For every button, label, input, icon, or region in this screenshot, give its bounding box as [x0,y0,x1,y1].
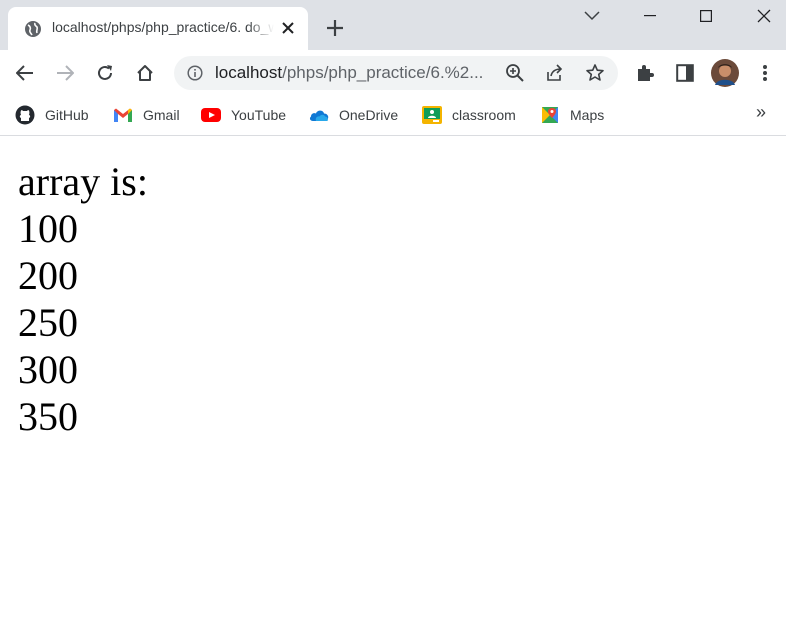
title-bar: localhost/phps/php_practice/6. do_while … [0,0,786,50]
forward-arrow-icon [57,65,74,81]
array-value: 250 [18,300,78,345]
bookmark-maps[interactable]: Maps [540,103,604,127]
maximize-button[interactable] [684,0,728,32]
url-path: /phps/php_practice/6.%2... [282,63,484,82]
tab-search-button[interactable] [570,0,614,32]
maps-icon [542,107,558,123]
minimize-icon [644,15,656,17]
tab-title: localhost/phps/php_practice/6. do_while … [52,19,274,35]
github-icon [15,105,35,125]
avatar [711,59,739,87]
side-panel-button[interactable] [671,59,699,87]
bookmark-label: OneDrive [339,107,399,123]
page-content: array is: 100 200 250 300 350 [18,158,148,440]
extensions-button[interactable] [631,59,659,87]
array-value: 200 [18,253,78,298]
reload-button[interactable] [91,59,119,87]
bookmark-label: YouTube [231,107,287,123]
array-value: 350 [18,394,78,439]
onedrive-icon [309,110,329,121]
page-heading: array is: [18,159,148,204]
bookmarks-bar: GitHub Gmail YouTube OneDrive classroom … [0,96,786,136]
url-host: localhost [215,63,283,82]
more-vert-icon [763,65,767,81]
bookmark-label: Maps [570,107,605,123]
classroom-icon [422,106,442,124]
forward-button[interactable] [51,59,79,87]
bookmarks-overflow-button[interactable]: » [756,102,766,123]
bookmark-star-icon[interactable] [585,63,605,83]
youtube-icon [201,108,221,122]
info-icon[interactable] [187,65,203,81]
home-icon [137,65,153,81]
close-icon [757,9,771,23]
array-value: 100 [18,206,78,251]
array-value: 300 [18,347,78,392]
browser-toolbar: localhost/phps/php_practice/6.%2... [0,50,786,96]
new-tab-icon[interactable] [325,18,345,38]
browser-tab[interactable]: localhost/phps/php_practice/6. do_while … [8,7,308,50]
puzzle-icon [638,65,654,81]
bookmark-label: Gmail [143,107,180,123]
close-tab-icon[interactable] [280,20,296,36]
bookmark-youtube[interactable]: YouTube [201,103,286,127]
back-button[interactable] [11,59,39,87]
chevron-down-icon [584,11,600,21]
globe-icon [25,21,41,37]
bookmark-label: GitHub [45,107,89,123]
minimize-button[interactable] [628,0,672,32]
bookmark-classroom[interactable]: classroom [422,103,516,127]
profile-button[interactable] [711,59,739,87]
home-button[interactable] [131,59,159,87]
bookmark-github[interactable]: GitHub [15,103,89,127]
bookmark-gmail[interactable]: Gmail [113,103,180,127]
gmail-icon [114,108,132,122]
bookmark-label: classroom [452,107,516,123]
reload-icon [98,65,112,80]
close-window-button[interactable] [742,0,786,32]
side-panel-icon [676,64,694,82]
menu-button[interactable] [751,59,779,87]
address-bar[interactable]: localhost/phps/php_practice/6.%2... [174,56,618,90]
bookmark-onedrive[interactable]: OneDrive [309,103,398,127]
share-icon[interactable] [545,63,565,83]
maximize-icon [700,10,712,22]
zoom-icon[interactable] [505,63,525,83]
url-text[interactable]: localhost/phps/php_practice/6.%2... [215,63,483,83]
back-arrow-icon [16,65,33,81]
